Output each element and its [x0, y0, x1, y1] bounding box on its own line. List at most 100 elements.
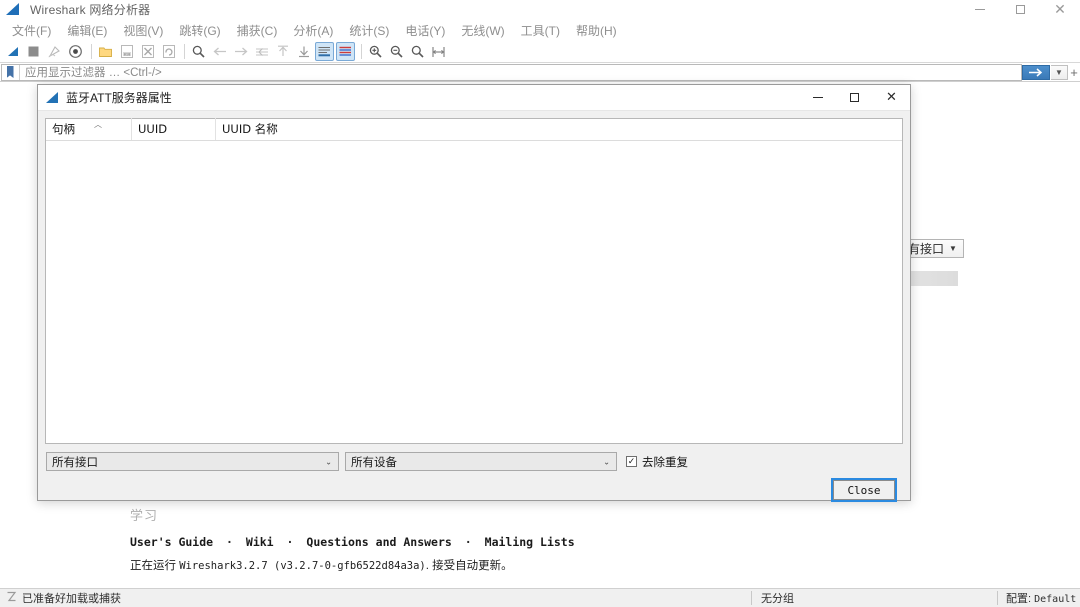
checkbox-label: 去除重复	[642, 454, 688, 470]
interface-select[interactable]: 所有接口 ⌄	[46, 452, 339, 471]
wireshark-fin-icon	[46, 92, 59, 103]
save-file-icon[interactable]: 010	[117, 42, 136, 61]
column-header-uuid-name[interactable]: UUID 名称	[216, 118, 376, 140]
column-header-uuid[interactable]: UUID	[132, 118, 216, 140]
go-to-first-packet-icon[interactable]	[273, 42, 292, 61]
main-window-titlebar: Wireshark 网络分析器 ✕	[0, 0, 1080, 19]
zoom-out-icon[interactable]	[387, 42, 406, 61]
normal-size-icon[interactable]	[408, 42, 427, 61]
close-icon[interactable]: ✕	[873, 85, 910, 111]
find-packet-icon[interactable]	[189, 42, 208, 61]
auto-scroll-icon[interactable]	[315, 42, 334, 61]
minimize-icon[interactable]	[799, 85, 836, 111]
zoom-in-icon[interactable]	[366, 42, 385, 61]
link-mailing-lists[interactable]: Mailing Lists	[485, 535, 575, 549]
apply-filter-arrow-icon[interactable]	[1022, 65, 1050, 80]
restart-capture-icon[interactable]	[45, 42, 64, 61]
chevron-down-icon[interactable]: ▼	[1051, 65, 1068, 80]
resize-columns-icon[interactable]	[429, 42, 448, 61]
attributes-tree-view[interactable]: 句柄 ︿ UUID UUID 名称	[45, 118, 903, 444]
divider	[19, 65, 20, 80]
menu-telephony[interactable]: 电话(Y)	[397, 20, 453, 41]
menu-help[interactable]: 帮助(H)	[568, 20, 625, 41]
add-filter-button[interactable]: +	[1068, 65, 1080, 80]
capture-help-icon[interactable]	[0, 591, 22, 605]
dialog-window-controls: ✕	[799, 85, 910, 111]
link-users-guide[interactable]: User's Guide	[130, 535, 213, 549]
sort-ascending-icon: ︿	[94, 119, 102, 130]
go-to-last-packet-icon[interactable]	[294, 42, 313, 61]
chevron-down-icon: ⌄	[603, 457, 610, 466]
interface-select-value: 所有接口	[52, 454, 98, 470]
table-body-empty	[46, 141, 902, 443]
dialog-footer: Close	[45, 480, 903, 500]
filter-bookmark-icon[interactable]	[3, 65, 17, 80]
menu-tools[interactable]: 工具(T)	[513, 20, 568, 41]
version-suffix: . 接受自动更新。	[426, 560, 513, 572]
column-header-uuid-name-label: UUID 名称	[222, 121, 278, 137]
dialog-title: 蓝牙ATT服务器属性	[66, 89, 172, 106]
toolbar-separator	[184, 44, 185, 59]
close-icon[interactable]: ✕	[1040, 0, 1080, 19]
menu-statistics[interactable]: 统计(S)	[341, 20, 397, 41]
go-back-icon[interactable]	[210, 42, 229, 61]
link-questions-and-answers[interactable]: Questions and Answers	[306, 535, 451, 549]
learn-section: 学习 User's Guide · Wiki · Questions and A…	[130, 505, 830, 573]
go-forward-icon[interactable]	[231, 42, 250, 61]
colorize-packets-icon[interactable]	[336, 42, 355, 61]
reload-file-icon[interactable]	[159, 42, 178, 61]
separator: ·	[287, 535, 294, 549]
search-input[interactable]: 应用显示过滤器 … <Ctrl-/>	[1, 64, 1022, 81]
chevron-down-icon: ▼	[949, 244, 957, 253]
menu-capture[interactable]: 捕获(C)	[229, 20, 286, 41]
version-prefix: 正在运行	[130, 560, 179, 572]
version-status-text: 正在运行 Wireshark3.2.7 (v3.2.7-0-gfb6522d84…	[130, 557, 830, 573]
menu-wireless[interactable]: 无线(W)	[453, 20, 512, 41]
device-select[interactable]: 所有设备 ⌄	[345, 452, 617, 471]
close-button[interactable]: Close	[833, 480, 895, 500]
window-title: Wireshark 网络分析器	[30, 1, 150, 18]
interface-list-row[interactable]	[903, 271, 958, 286]
statusbar-profile-label: 配置:	[1006, 593, 1034, 605]
checkbox-box[interactable]: ✓	[626, 456, 637, 467]
version-string: Wireshark3.2.7 (v3.2.7-0-gfb6522d84a3a)	[179, 560, 426, 572]
menu-view[interactable]: 视图(V)	[115, 20, 171, 41]
statusbar: 已准备好加载或捕获 无分组 配置: Default	[0, 588, 1080, 607]
column-header-handle-label: 句柄	[52, 121, 75, 137]
toolbar-separator	[361, 44, 362, 59]
device-select-value: 所有设备	[351, 454, 397, 470]
interface-filter-label: 有接口	[908, 240, 944, 257]
minimize-icon[interactable]	[960, 0, 1000, 19]
learn-heading: 学习	[130, 505, 830, 524]
statusbar-status-text: 已准备好加载或捕获	[22, 590, 121, 606]
link-wiki[interactable]: Wiki	[246, 535, 274, 549]
maximize-icon[interactable]	[1000, 0, 1040, 19]
dialog-filter-controls: 所有接口 ⌄ 所有设备 ⌄ ✓ 去除重复	[45, 452, 903, 471]
dialog-body: 句柄 ︿ UUID UUID 名称 所有接口 ⌄	[38, 111, 910, 500]
toolbar-separator	[91, 44, 92, 59]
wireshark-fin-icon	[6, 3, 22, 17]
stop-capture-icon[interactable]	[24, 42, 43, 61]
remove-duplicates-checkbox[interactable]: ✓ 去除重复	[626, 454, 688, 470]
menu-file[interactable]: 文件(F)	[4, 20, 59, 41]
capture-options-icon[interactable]	[66, 42, 85, 61]
go-to-packet-icon[interactable]	[252, 42, 271, 61]
open-file-icon[interactable]	[96, 42, 115, 61]
column-header-handle[interactable]: 句柄 ︿	[46, 118, 132, 140]
statusbar-profile[interactable]: 配置: Default	[998, 590, 1080, 606]
display-filter-bar: 应用显示过滤器 … <Ctrl-/> ▼ +	[0, 63, 1080, 82]
close-file-icon[interactable]	[138, 42, 157, 61]
separator: ·	[226, 535, 233, 549]
start-capture-icon[interactable]	[3, 42, 22, 61]
chevron-down-icon: ⌄	[325, 457, 332, 466]
menu-edit[interactable]: 编辑(E)	[59, 20, 115, 41]
window-controls: ✕	[960, 0, 1080, 19]
svg-text:010: 010	[123, 53, 130, 57]
statusbar-profile-value: Default	[1034, 594, 1076, 605]
menu-go[interactable]: 跳转(G)	[171, 20, 228, 41]
learn-links: User's Guide · Wiki · Questions and Answ…	[130, 535, 830, 549]
dialog-titlebar: 蓝牙ATT服务器属性 ✕	[38, 85, 910, 111]
bluetooth-att-server-attributes-dialog: 蓝牙ATT服务器属性 ✕ 句柄 ︿ UUID UUID 名称	[37, 84, 911, 501]
maximize-icon[interactable]	[836, 85, 873, 111]
menu-analyze[interactable]: 分析(A)	[285, 20, 341, 41]
